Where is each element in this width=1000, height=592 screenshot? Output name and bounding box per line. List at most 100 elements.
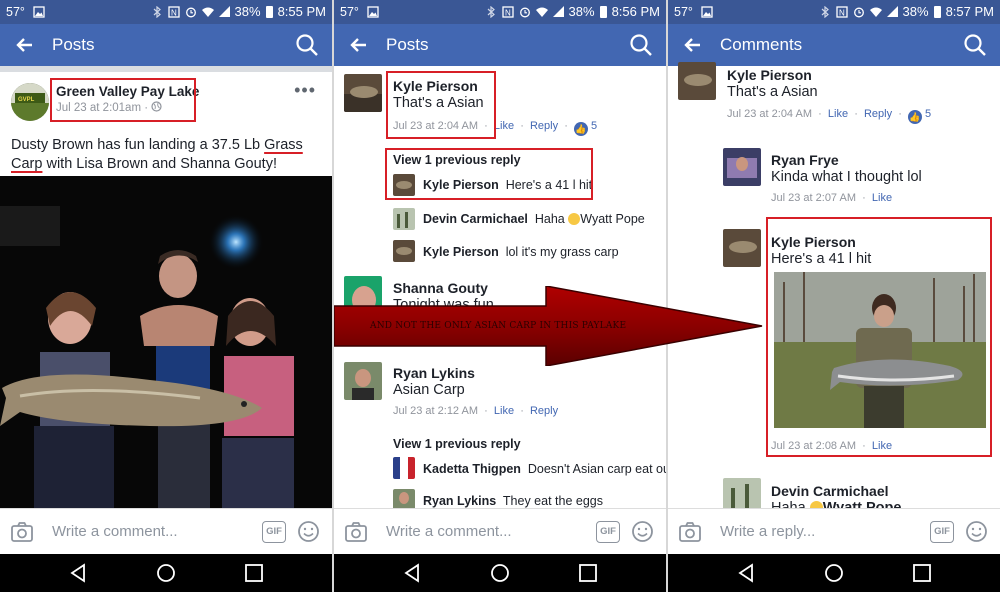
comment-input[interactable]: Write a comment... [386, 523, 512, 540]
wifi-icon [869, 7, 882, 17]
app-bar: Posts [0, 24, 332, 66]
signal-icon [552, 6, 564, 17]
reply-author[interactable]: Kadetta Thigpen [423, 462, 521, 476]
comment-bar: Write a comment... GIF [334, 508, 666, 554]
reply-input[interactable]: Write a reply... [720, 523, 815, 540]
temperature: 57° [674, 5, 693, 19]
reply: Devin Carmichael Haha Wyatt Pope [423, 212, 645, 226]
gif-button[interactable]: GIF [930, 521, 954, 543]
comment-time: Jul 23 at 2:07 AM [771, 192, 856, 204]
signal-icon [886, 6, 898, 17]
gif-button[interactable]: GIF [262, 521, 286, 543]
nfc-icon: N [835, 5, 848, 18]
gif-button[interactable]: GIF [596, 521, 620, 543]
nfc-icon: N [501, 5, 514, 18]
reaction-count[interactable]: 5 [925, 108, 931, 120]
android-nav-bar [668, 554, 1000, 592]
alarm-icon [519, 7, 530, 17]
battery-icon [599, 5, 607, 18]
avatar[interactable] [393, 208, 415, 230]
view-previous-replies[interactable]: View 1 previous reply [393, 437, 521, 451]
camera-icon[interactable] [10, 521, 34, 543]
nav-home-icon[interactable] [156, 563, 176, 583]
app-bar: Posts [334, 24, 666, 66]
highlight-box-reply [385, 148, 593, 200]
search-icon[interactable] [962, 32, 988, 58]
alarm-icon [853, 7, 864, 17]
reply-author[interactable]: Ryan Lykins [423, 494, 496, 508]
like-reaction-icon: 👍 [573, 122, 588, 136]
app-bar: Comments [668, 24, 1000, 66]
screen-title: Posts [386, 35, 429, 54]
clock: 8:57 PM [945, 4, 994, 19]
back-arrow-icon[interactable] [680, 32, 706, 58]
nav-home-icon[interactable] [824, 563, 844, 583]
post-text: Dusty Brown has fun landing a 37.5 Lb Gr… [11, 136, 321, 174]
camera-icon[interactable] [678, 521, 702, 543]
wifi-icon [201, 7, 214, 17]
avatar[interactable] [344, 74, 382, 112]
like-link[interactable]: Like [828, 108, 848, 120]
avatar[interactable] [678, 62, 716, 100]
svg-text:N: N [171, 8, 177, 17]
reply-mention[interactable]: Wyatt Pope [580, 212, 645, 226]
sticker-icon[interactable] [297, 520, 320, 543]
back-arrow-icon[interactable] [12, 32, 38, 58]
page-avatar[interactable]: GVPL [11, 83, 49, 121]
svg-text:N: N [839, 8, 845, 17]
highlight-box-comment [386, 71, 496, 139]
battery-percent: 38% [902, 4, 929, 19]
reply-link[interactable]: Reply [530, 120, 558, 132]
avatar[interactable] [723, 148, 761, 186]
comment-author[interactable]: Devin Carmichael [771, 483, 889, 499]
reply-author[interactable]: Kyle Pierson [423, 245, 499, 259]
nav-home-icon[interactable] [490, 563, 510, 583]
status-bar: 57° N 38% 8:56 PM [334, 0, 666, 24]
carp-word: Carp [11, 156, 43, 172]
avatar[interactable] [344, 362, 382, 400]
reply-link[interactable]: Reply [864, 108, 892, 120]
nav-back-icon[interactable] [736, 563, 756, 583]
comment-meta: Jul 23 at 2:12 AM · Like · Reply [393, 405, 559, 417]
feed-divider [0, 66, 332, 72]
nav-back-icon[interactable] [402, 563, 422, 583]
camera-icon[interactable] [344, 521, 368, 543]
comment-author[interactable]: Kyle Pierson [727, 67, 812, 83]
image-icon [701, 6, 713, 18]
like-link[interactable]: Like [494, 405, 514, 417]
nav-recents-icon[interactable] [578, 563, 598, 583]
avatar[interactable] [723, 229, 761, 267]
reply-author[interactable]: Devin Carmichael [423, 212, 528, 226]
comment-text: Kinda what I thought lol [771, 169, 922, 185]
posts-screen-1: 57° N 38% 8:55 PM Posts GVPL Green Valle… [0, 0, 332, 592]
post-text-end: with Lisa Brown and Shanna Gouty! [42, 156, 277, 172]
android-nav-bar [0, 554, 332, 592]
search-icon[interactable] [294, 32, 320, 58]
reaction-count[interactable]: 5 [591, 120, 597, 132]
reply: Kyle Pierson lol it's my grass carp [423, 245, 619, 259]
comment-author[interactable]: Ryan Lykins [393, 365, 475, 381]
nav-back-icon[interactable] [68, 563, 88, 583]
temperature: 57° [6, 5, 25, 19]
bluetooth-icon [821, 5, 829, 18]
reply: Kadetta Thigpen Doesn't Asian carp eat o… [423, 462, 666, 476]
avatar[interactable] [393, 240, 415, 262]
comment-input[interactable]: Write a comment... [52, 523, 178, 540]
nav-recents-icon[interactable] [244, 563, 264, 583]
back-arrow-icon[interactable] [346, 32, 372, 58]
comment-author[interactable]: Ryan Frye [771, 152, 839, 168]
like-link[interactable]: Like [872, 192, 892, 204]
like-link[interactable]: Like [494, 120, 514, 132]
clock: 8:56 PM [611, 4, 660, 19]
reply-bar: Write a reply... GIF [668, 508, 1000, 554]
reply-text: Doesn't Asian carp eat ou... [527, 462, 666, 476]
post-photo[interactable] [0, 176, 332, 508]
nfc-icon: N [167, 5, 180, 18]
avatar[interactable] [393, 457, 415, 479]
more-options-icon[interactable]: ••• [294, 80, 316, 101]
sticker-icon[interactable] [965, 520, 988, 543]
nav-recents-icon[interactable] [912, 563, 932, 583]
search-icon[interactable] [628, 32, 654, 58]
sticker-icon[interactable] [631, 520, 654, 543]
reply-link[interactable]: Reply [530, 405, 558, 417]
